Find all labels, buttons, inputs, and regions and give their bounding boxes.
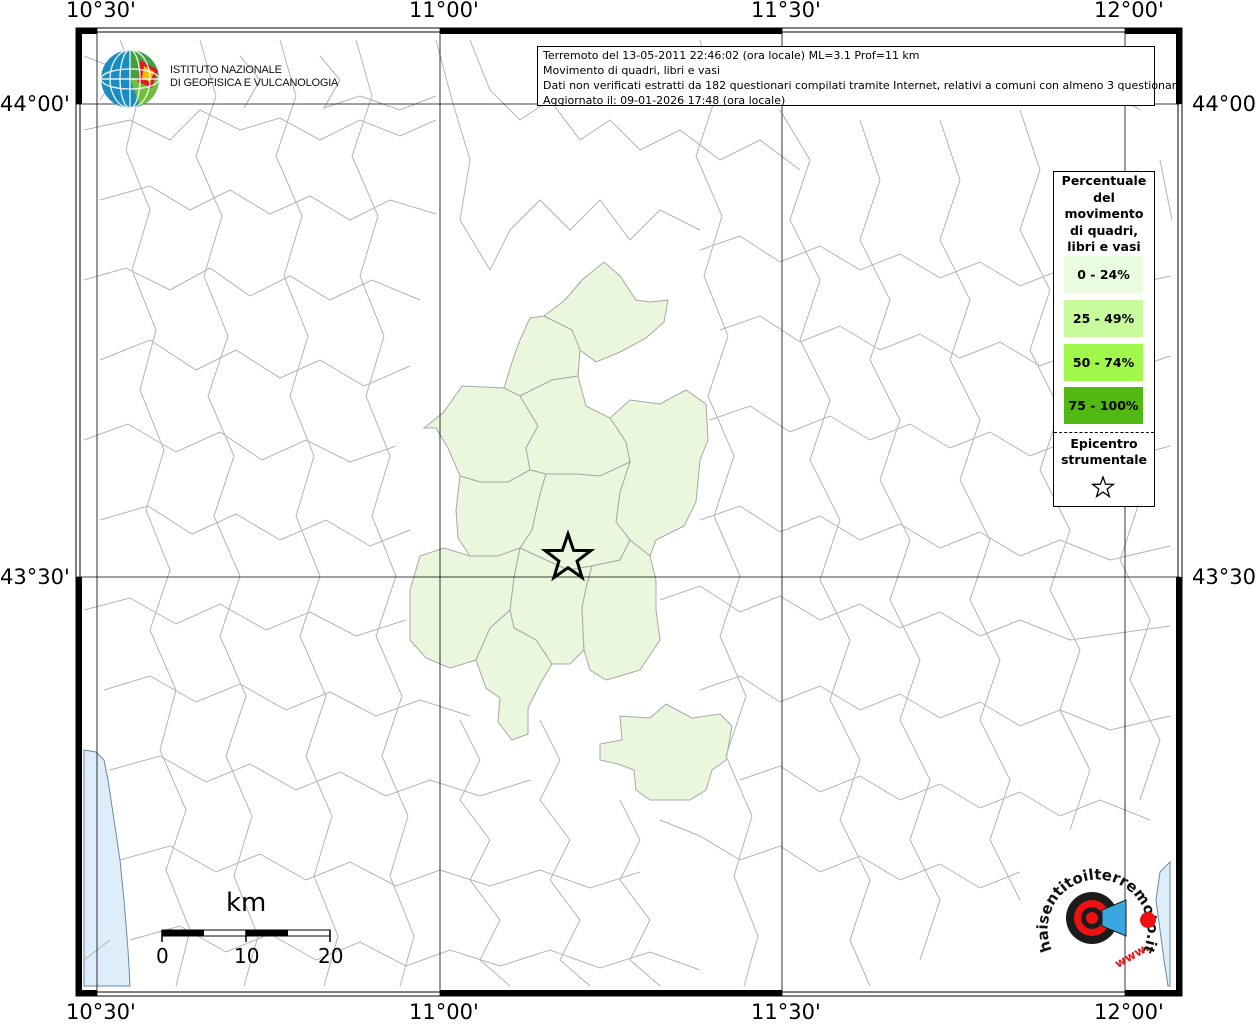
- update-time: Aggiornato il: 09-01-2026 17:48 (ora loc…: [543, 94, 786, 107]
- logo-www: www.: [1112, 940, 1151, 971]
- ingv-logo-text: ISTITUTO NAZIONALE DI GEOFISICA E VULCAN…: [170, 64, 338, 90]
- scale-label-10: 10: [234, 944, 260, 968]
- lon-tick-top-4: 12°00': [1094, 0, 1164, 22]
- sea-area: [83, 749, 131, 987]
- lon-tick-bottom-4: 12°00': [1094, 1000, 1164, 1024]
- legend-title-line: movimento: [1064, 206, 1144, 221]
- event-title: Terremoto del 13-05-2011 22:46:02 (ora l…: [543, 49, 920, 62]
- lon-tick-top-3: 11°30': [751, 0, 821, 22]
- scale-label-20: 20: [318, 944, 344, 968]
- legend-class-3: 50 - 74%: [1064, 344, 1143, 381]
- ingv-globe-icon: [100, 49, 160, 109]
- legend-title-line: libri e vasi: [1067, 239, 1141, 254]
- data-note: Dati non verificati estratti da 182 ques…: [543, 79, 1183, 92]
- scale-unit: km: [226, 888, 267, 918]
- lon-tick-bottom-2: 11°00': [409, 1000, 479, 1024]
- legend-class-1: 0 - 24%: [1064, 256, 1143, 293]
- lat-tick-right-1: 44°00': [1192, 92, 1256, 116]
- lon-tick-top-2: 11°00': [409, 0, 479, 22]
- lon-tick-bottom-1: 10°30': [66, 1000, 136, 1024]
- star-icon: [1091, 475, 1115, 499]
- legend-epicenter-label: Epicentro strumentale: [1054, 436, 1154, 468]
- ingv-line-2: DI GEOFISICA E VULCANOLOGIA: [170, 77, 339, 89]
- legend-title-line: del: [1093, 189, 1115, 205]
- map-legend: Percentuale del movimento di quadri, lib…: [1053, 171, 1155, 507]
- lat-tick-left-1: 44°00': [0, 92, 70, 116]
- epicenter-line-2: strumentale: [1060, 452, 1148, 467]
- haisentitoilterremoto-logo: haisentitoilterremoto.it www.: [1033, 865, 1161, 971]
- affected-area: [409, 261, 733, 801]
- legend-class-4: 75 - 100%: [1064, 387, 1143, 424]
- epicenter-line-1: Epicentro: [1070, 436, 1138, 451]
- event-info-box: Terremoto del 13-05-2011 22:46:02 (ora l…: [537, 46, 1183, 107]
- lon-tick-bottom-3: 11°30': [751, 1000, 821, 1024]
- legend-title-line: Percentuale: [1061, 173, 1147, 188]
- ingv-line-1: ISTITUTO NAZIONALE: [170, 64, 282, 76]
- scale-label-0: 0: [156, 944, 169, 968]
- lat-tick-left-2: 43°30': [0, 565, 70, 589]
- legend-title-line: di quadri,: [1069, 222, 1138, 238]
- legend-class-2: 25 - 49%: [1064, 300, 1143, 337]
- legend-title: Percentuale del movimento di quadri, lib…: [1054, 173, 1154, 256]
- parameter-title: Movimento di quadri, libri e vasi: [543, 64, 721, 77]
- legend-separator: [1054, 432, 1154, 433]
- lat-tick-right-2: 43°30': [1192, 565, 1256, 589]
- lon-tick-top-1: 10°30': [66, 0, 136, 22]
